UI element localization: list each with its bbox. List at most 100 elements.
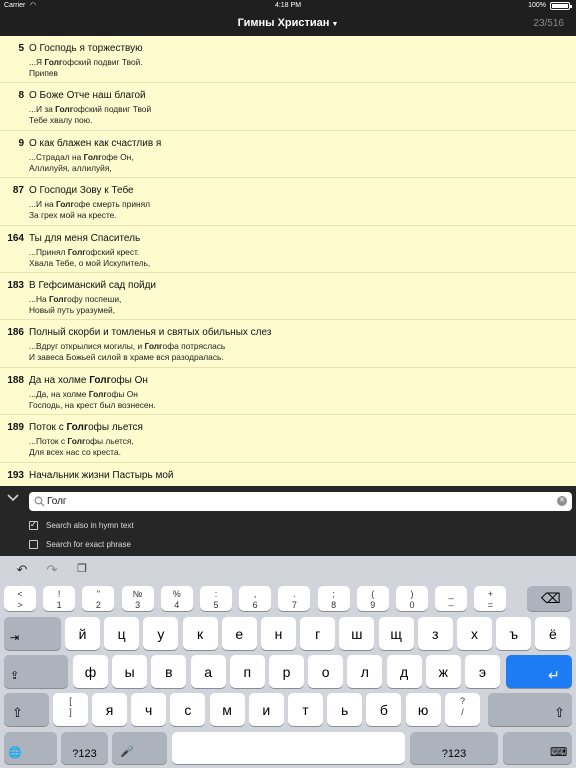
- key-letter-row3-1[interactable]: ч: [131, 693, 167, 726]
- key-letter-row3-8[interactable]: ю: [405, 693, 441, 726]
- key-letter-row3-0[interactable]: я: [92, 693, 127, 726]
- key-symbol[interactable]: _ –: [435, 586, 468, 611]
- key-letter-4[interactable]: е: [221, 617, 257, 650]
- key-symbol[interactable]: :5: [200, 586, 232, 611]
- key-symbol[interactable]: % 4: [160, 586, 193, 611]
- key-bottom-symbol: ]: [69, 707, 72, 717]
- keyboard-toolbar: ↶ ↷ ❐: [0, 556, 576, 584]
- key-letter-row2-2[interactable]: в: [151, 655, 187, 688]
- result-row[interactable]: 193 Начальник жизни Пастырь мой: [0, 463, 576, 486]
- return-key[interactable]: ↵: [506, 655, 572, 688]
- snippet-line-1: ...Принял Голгофский крест.: [29, 247, 139, 257]
- clock: 4:18 PM: [274, 2, 302, 9]
- key-letter-0[interactable]: й: [65, 617, 100, 650]
- search-highlight: Голг: [67, 436, 86, 447]
- key-symbol[interactable]: ) 0: [396, 586, 428, 611]
- key-symbol[interactable]: № 3: [121, 586, 154, 611]
- result-row[interactable]: 186 Полный скорби и томленья и святых оби…: [0, 320, 576, 368]
- key-letter-row3-3[interactable]: м: [209, 693, 245, 726]
- dictation-key[interactable]: 🎤: [112, 732, 167, 764]
- key-letter-5[interactable]: н: [261, 617, 296, 650]
- key-letter-row2-0[interactable]: ф: [73, 655, 108, 688]
- key-letter-row2-8[interactable]: д: [386, 655, 422, 688]
- key-top-symbol: ;: [332, 589, 335, 599]
- key-letter-7[interactable]: ш: [339, 617, 375, 650]
- key-letter-8[interactable]: щ: [378, 617, 414, 650]
- search-input[interactable]: [47, 494, 547, 509]
- key-letter-row2-7[interactable]: л: [347, 655, 383, 688]
- numbers-key[interactable]: ?123: [61, 732, 108, 764]
- key-symbol[interactable]: < >: [4, 586, 36, 611]
- key-letter: е: [235, 626, 244, 642]
- key-symbol[interactable]: ,6: [239, 586, 272, 611]
- key-letter: ш: [351, 626, 363, 642]
- result-row[interactable]: 8 О Боже Отче наш благой ...И за Голгофски…: [0, 83, 576, 131]
- result-row[interactable]: 164 Ты для меня Спаситель ...Принял Голгоф…: [0, 226, 576, 273]
- tab-key[interactable]: ⇥: [4, 617, 61, 650]
- key-symbol[interactable]: + =: [474, 586, 507, 611]
- key-letter-12[interactable]: ё: [535, 617, 571, 650]
- checkbox-exact-phrase[interactable]: [29, 540, 38, 549]
- question-key[interactable]: ? /: [445, 693, 480, 726]
- key-letter-2[interactable]: у: [143, 617, 179, 650]
- snippet-text: ...На: [29, 293, 50, 304]
- key-symbol[interactable]: ; 8: [317, 586, 350, 611]
- key-letter-row2-1[interactable]: ы: [112, 655, 148, 688]
- key-letter-row2-6[interactable]: о: [308, 655, 344, 688]
- key-letter-row2-4[interactable]: п: [229, 655, 265, 688]
- hymnbook-selector[interactable]: Гимны Христиан ▼: [0, 17, 576, 29]
- result-row[interactable]: 87 О Господи Зову к Тебе ...И на Голгофе с…: [0, 178, 576, 226]
- key-top-symbol: :: [214, 589, 218, 599]
- key-letter-row2-3[interactable]: а: [190, 655, 226, 688]
- key-letter-row2-10[interactable]: э: [465, 655, 500, 688]
- result-row[interactable]: 9 О как блажен как счастлив я ...Страдал н…: [0, 131, 576, 179]
- key-letter-10[interactable]: х: [457, 617, 492, 650]
- key-letter-row3-7[interactable]: б: [366, 693, 402, 726]
- shift-left-key[interactable]: ⇧: [4, 693, 49, 726]
- checkbox-search-hymn-text[interactable]: [29, 520, 38, 530]
- result-row[interactable]: 188 Да на холме Голгофы Он ...Да, на холме…: [0, 368, 576, 416]
- key-letter-3[interactable]: к: [182, 617, 218, 650]
- result-row[interactable]: 189 Поток с Голгофы льется ...Поток с Голг…: [0, 415, 576, 463]
- hide-keyboard-key[interactable]: ⌨: [503, 732, 572, 764]
- paste-icon[interactable]: ❐: [74, 562, 90, 578]
- key-letter-6[interactable]: г: [300, 617, 336, 650]
- shift-right-key[interactable]: ⇧: [488, 693, 572, 726]
- key-letter-row3-5[interactable]: т: [288, 693, 323, 726]
- key-letter-row3-6[interactable]: ь: [327, 693, 363, 726]
- key-letter-row3-2[interactable]: с: [170, 693, 206, 726]
- key-letter-row3-4[interactable]: и: [248, 693, 284, 726]
- caps-lock-key[interactable]: ⇪: [4, 655, 68, 688]
- search-field[interactable]: ✕: [29, 492, 572, 511]
- numbers-key-label: ?123: [72, 748, 97, 760]
- snippet-text: Аллилуйя, аллилуйя,: [29, 162, 112, 173]
- snippet-text: ...Вдруг открылися могилы, и: [29, 341, 145, 352]
- chevron-down-icon[interactable]: [6, 492, 20, 504]
- key-symbol[interactable]: .7: [278, 586, 311, 611]
- key-symbol[interactable]: ! 1: [43, 586, 76, 611]
- result-row[interactable]: 5 О Господь я торжествую ...Я Голгофский п…: [0, 36, 576, 84]
- key-letter-1[interactable]: ц: [104, 617, 140, 650]
- key-letter-11[interactable]: ъ: [496, 617, 532, 650]
- key-letter-row2-9[interactable]: ж: [425, 655, 461, 688]
- key-symbol[interactable]: " 2: [82, 586, 115, 611]
- redo-icon[interactable]: ↷: [44, 562, 60, 578]
- key-letter: м: [222, 702, 232, 718]
- key-letter: ц: [117, 626, 126, 642]
- numbers-key-right[interactable]: ?123: [410, 732, 498, 764]
- result-row[interactable]: 183 В Гефсиманский сад пойди ...На Голгофу…: [0, 273, 576, 321]
- globe-key[interactable]: 🌐: [4, 732, 57, 764]
- snippet-text: ...Да, на холме: [29, 388, 89, 399]
- bracket-key[interactable]: []: [53, 693, 88, 726]
- undo-icon[interactable]: ↶: [14, 562, 30, 578]
- space-bar[interactable]: [172, 732, 405, 764]
- clear-search-icon[interactable]: ✕: [557, 496, 567, 506]
- return-icon: ↵: [548, 667, 560, 683]
- key-letter-row2-5[interactable]: р: [269, 655, 304, 688]
- hymn-number: 188: [7, 374, 24, 386]
- hymn-title: Полный скорби и томленья и святых обильн…: [29, 327, 272, 339]
- key-letter-9[interactable]: з: [417, 617, 453, 650]
- search-highlight: Голг: [66, 422, 89, 434]
- delete-key[interactable]: ⌫: [527, 586, 572, 611]
- key-symbol[interactable]: (9: [356, 586, 389, 611]
